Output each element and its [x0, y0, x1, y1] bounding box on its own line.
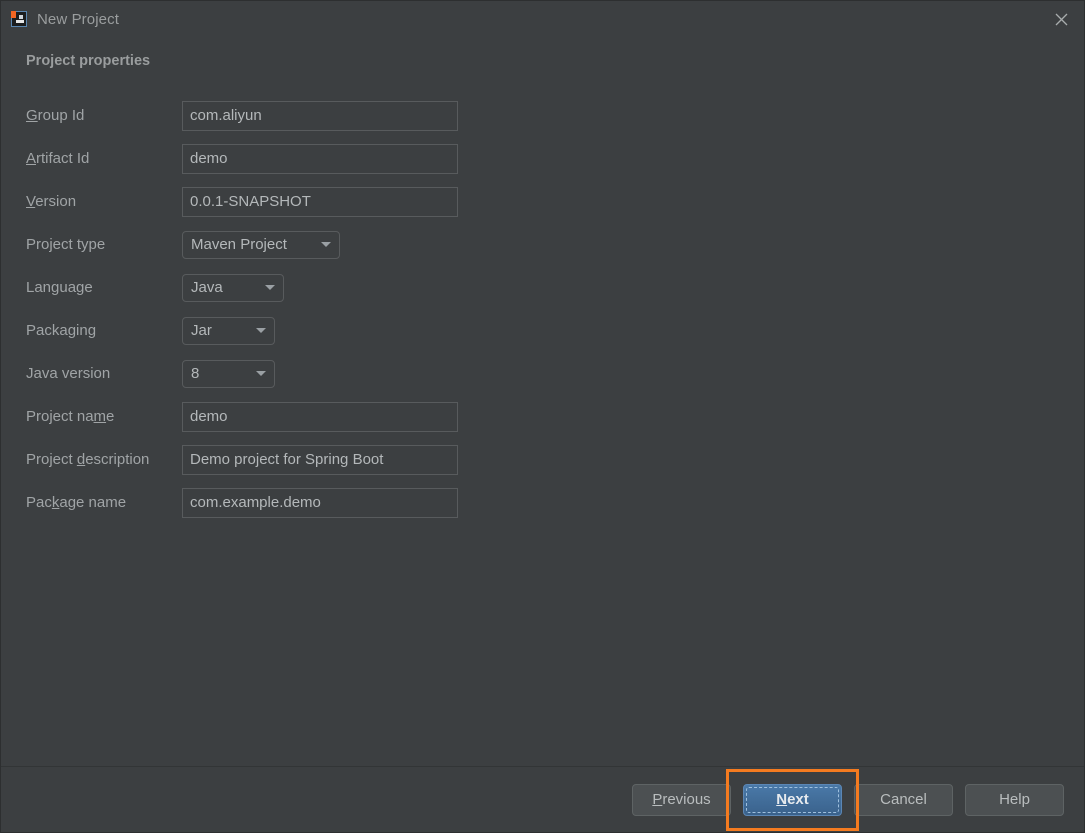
row-group-id: Group Id — [25, 94, 1060, 137]
window-title: New Project — [37, 10, 119, 28]
java-version-value: 8 — [191, 365, 200, 382]
row-packaging: Packaging Jar — [25, 309, 1060, 352]
java-version-dropdown[interactable]: 8 — [182, 359, 275, 388]
packaging-value: Jar — [191, 322, 212, 339]
chevron-down-icon — [265, 285, 275, 290]
project-description-input[interactable] — [182, 444, 458, 475]
row-package-name: Package name — [25, 481, 1060, 524]
row-project-name: Project name — [25, 395, 1060, 438]
label-package-name: Package name — [26, 494, 127, 511]
page-title: Project properties — [26, 53, 151, 69]
dialog-content: Project properties Group Id Artifact Id … — [1, 37, 1084, 766]
project-properties-form: Group Id Artifact Id Version Project typ… — [25, 94, 1060, 524]
label-project-name: Project name — [26, 408, 115, 425]
chevron-down-icon — [256, 371, 266, 376]
cancel-button[interactable]: Cancel — [854, 783, 953, 816]
project-type-value: Maven Project — [191, 236, 287, 253]
previous-button[interactable]: Previous — [632, 783, 731, 816]
title-bar: New Project — [1, 1, 1084, 37]
group-id-input[interactable] — [182, 100, 458, 131]
row-artifact-id: Artifact Id — [25, 137, 1060, 180]
dialog-footer: Previous Next Cancel Help — [1, 766, 1084, 832]
label-language: Language — [26, 279, 93, 296]
row-java-version: Java version 8 — [25, 352, 1060, 395]
label-java-version: Java version — [26, 365, 111, 382]
label-project-description: Project description — [26, 451, 150, 468]
chevron-down-icon — [321, 242, 331, 247]
project-name-input[interactable] — [182, 401, 458, 432]
label-group-id: Group Id — [26, 107, 85, 124]
row-project-description: Project description — [25, 438, 1060, 481]
label-artifact-id: Artifact Id — [26, 150, 90, 167]
language-value: Java — [191, 279, 223, 296]
project-type-dropdown[interactable]: Maven Project — [182, 230, 340, 259]
new-project-dialog: New Project Project properties Group Id … — [0, 0, 1085, 833]
row-project-type: Project type Maven Project — [25, 223, 1060, 266]
next-button-wrapper: Next — [726, 768, 859, 831]
close-icon[interactable] — [1038, 1, 1084, 37]
intellij-idea-icon — [11, 11, 27, 27]
row-version: Version — [25, 180, 1060, 223]
chevron-down-icon — [256, 328, 266, 333]
help-button[interactable]: Help — [965, 783, 1064, 816]
row-language: Language Java — [25, 266, 1060, 309]
language-dropdown[interactable]: Java — [182, 273, 284, 302]
label-packaging: Packaging — [26, 322, 97, 339]
package-name-input[interactable] — [182, 487, 458, 518]
next-button[interactable]: Next — [743, 783, 842, 816]
artifact-id-input[interactable] — [182, 143, 458, 174]
packaging-dropdown[interactable]: Jar — [182, 316, 275, 345]
label-version: Version — [26, 193, 77, 210]
label-project-type: Project type — [26, 236, 106, 253]
version-input[interactable] — [182, 186, 458, 217]
